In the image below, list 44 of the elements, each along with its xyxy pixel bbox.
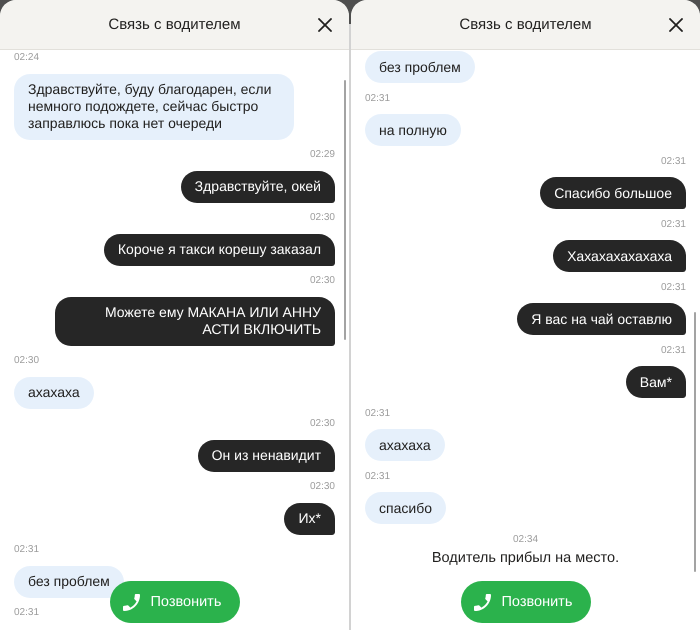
- message-bubble: без проблем: [365, 51, 475, 83]
- timestamp: 02:30: [310, 211, 335, 225]
- close-button[interactable]: [667, 16, 685, 34]
- message-bubble: Он из ненавидит: [198, 440, 335, 472]
- message-bubble: спасибо: [365, 492, 446, 524]
- message-bubble: на полную: [365, 114, 461, 146]
- message-bubble: без проблем: [14, 566, 124, 598]
- timestamp: 02:31: [660, 154, 686, 168]
- timestamp: 02:30: [14, 354, 40, 368]
- timestamp: 02:30: [310, 417, 335, 431]
- timestamp: 02:30: [310, 480, 335, 494]
- timestamp: 02:24: [14, 51, 40, 65]
- close-icon: [318, 18, 332, 32]
- timestamp: 02:31: [14, 606, 40, 620]
- status-message: Водитель прибыл на место.: [432, 548, 620, 566]
- timestamp: 02:31: [660, 344, 686, 358]
- close-icon: [669, 18, 683, 32]
- timestamp: 02:30: [310, 274, 335, 288]
- timestamp: 02:31: [660, 218, 686, 232]
- close-button[interactable]: [316, 16, 334, 34]
- dialog-title: Связь с водителем: [459, 16, 592, 34]
- timestamp: 02:31: [660, 280, 686, 294]
- message-bubble: Можете ему МАКАНА ИЛИ АННУ АСТИ ВКЛЮЧИТЬ: [55, 296, 335, 346]
- message-bubble: Здравствуйте, буду благодарен, если немного подождете, сейчас быстро заправлюсь пока нет очереди: [14, 74, 294, 140]
- message-bubble: Хахахахахахаха: [553, 240, 686, 272]
- phone-icon: [122, 594, 140, 610]
- timestamp: 02:31: [365, 406, 390, 420]
- timestamp: 02:31: [365, 92, 390, 106]
- message-bubble: ахахаха: [365, 429, 445, 461]
- phone-icon: [474, 594, 490, 610]
- call-button[interactable]: Позвонить: [460, 581, 590, 623]
- call-button[interactable]: Позвонить: [110, 581, 240, 623]
- timestamp: 02:34: [512, 532, 538, 546]
- timestamp: 02:31: [365, 470, 390, 484]
- message-bubble: Короче я такси корешу заказал: [104, 234, 335, 266]
- message-bubble: Их*: [284, 502, 335, 534]
- timestamp: 02:31: [14, 543, 40, 557]
- dialog-title: Связь с водителем: [108, 16, 241, 34]
- timestamp: 02:29: [310, 148, 335, 162]
- message-bubble: Спасибо большое: [540, 177, 686, 209]
- message-bubble: Я вас на чай оставлю: [517, 303, 686, 335]
- message-bubble: Вам*: [626, 366, 686, 398]
- message-bubble: Здравствуйте, окей: [180, 170, 335, 202]
- message-bubble: ахахаха: [14, 376, 94, 408]
